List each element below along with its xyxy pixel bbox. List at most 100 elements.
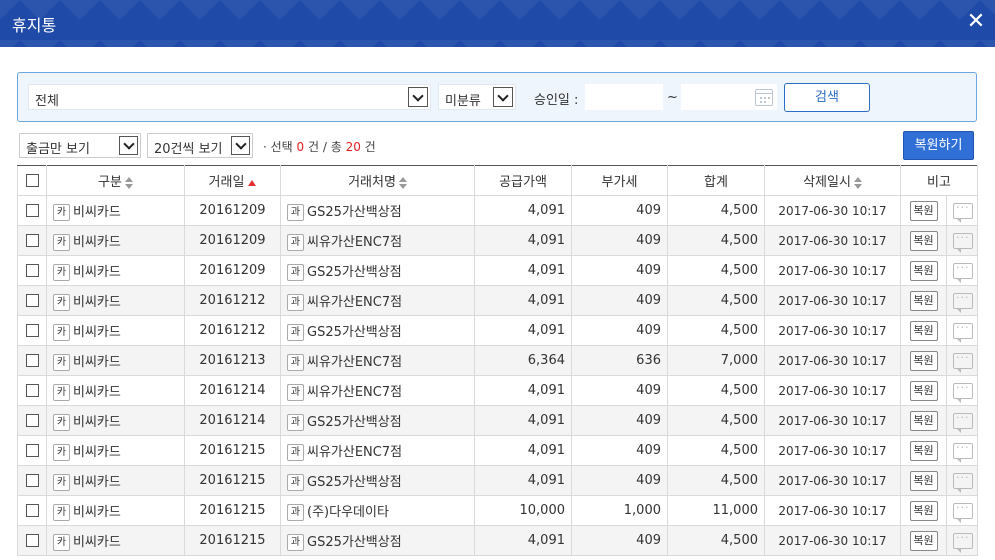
search-button[interactable]: 검색: [784, 83, 870, 112]
table-row[interactable]: 카 비씨카드 20161212 과 씨유가산ENC7점 4,091 409 4,500 2017…: [17, 285, 979, 316]
restore-cell: 복원: [900, 465, 947, 496]
restore-button[interactable]: 복원: [909, 290, 938, 311]
date-from-input[interactable]: [585, 84, 663, 110]
memo-icon[interactable]: [953, 441, 973, 463]
table-row[interactable]: 카 비씨카드 20161212 과 GS25가산백상점 4,091 409 4,500 2017…: [17, 315, 979, 346]
col-deleted[interactable]: 삭제일시: [764, 165, 901, 196]
chevron-down-icon[interactable]: [408, 87, 428, 107]
restore-button[interactable]: 복원: [909, 320, 938, 341]
restore-button[interactable]: 복원: [909, 230, 938, 251]
row-select-cell: [17, 225, 47, 256]
memo-cell: [945, 315, 979, 346]
vat-cell: 409: [571, 315, 668, 346]
table-row[interactable]: 카 비씨카드 20161215 과 GS25가산백상점 4,091 409 4,500 2017…: [17, 525, 979, 556]
row-checkbox[interactable]: [25, 384, 39, 397]
restore-button[interactable]: 복원: [909, 200, 938, 221]
memo-icon[interactable]: [953, 351, 973, 373]
card-badge: 카: [53, 353, 70, 371]
sort-icon[interactable]: [124, 176, 133, 189]
restore-button[interactable]: 복원: [909, 260, 938, 281]
row-checkbox[interactable]: [25, 354, 39, 367]
merchant-badge: 과: [287, 233, 304, 251]
deleted-at-cell: 2017-06-30 10:17: [764, 255, 901, 286]
supply-cell: 4,091: [474, 465, 572, 496]
restore-button[interactable]: 복원: [909, 380, 938, 401]
restore-button[interactable]: 복원: [909, 410, 938, 431]
memo-icon[interactable]: [953, 261, 973, 283]
table-row[interactable]: 카 비씨카드 20161213 과 씨유가산ENC7점 6,364 636 7,000 2017…: [17, 345, 979, 376]
restore-button[interactable]: 복원: [909, 530, 938, 551]
restore-cell: 복원: [900, 285, 947, 316]
date-cell: 20161215: [184, 435, 281, 466]
table-row[interactable]: 카 비씨카드 20161209 과 GS25가산백상점 4,091 409 4,500 2017…: [17, 195, 979, 226]
sort-icon[interactable]: [853, 176, 862, 189]
total-cell: 4,500: [667, 405, 765, 436]
page-size-select[interactable]: 20건씩 보기: [147, 133, 253, 158]
select-all-checkbox[interactable]: [25, 174, 39, 187]
card-badge: 카: [53, 263, 70, 281]
restore-cell: 복원: [900, 315, 947, 346]
table-row[interactable]: 카 비씨카드 20161214 과 GS25가산백상점 4,091 409 4,500 2017…: [17, 405, 979, 436]
row-checkbox[interactable]: [25, 204, 39, 217]
restore-button[interactable]: 복원: [909, 440, 938, 461]
type-select[interactable]: 전체: [28, 84, 431, 110]
row-select-cell: [17, 315, 47, 346]
type-cell: 카 비씨카드: [46, 375, 185, 406]
row-checkbox[interactable]: [25, 504, 39, 517]
memo-icon[interactable]: [953, 411, 973, 433]
memo-icon[interactable]: [953, 531, 973, 553]
col-type[interactable]: 구분: [46, 165, 185, 196]
chevron-down-icon[interactable]: [231, 136, 250, 155]
sort-ascending-icon[interactable]: [248, 179, 257, 186]
memo-icon[interactable]: [953, 321, 973, 343]
memo-icon[interactable]: [953, 381, 973, 403]
chevron-down-icon[interactable]: [493, 87, 513, 107]
row-checkbox[interactable]: [25, 534, 39, 547]
row-select-cell: [17, 375, 47, 406]
table-row[interactable]: 카 비씨카드 20161215 과 GS25가산백상점 4,091 409 4,500 2017…: [17, 465, 979, 496]
row-checkbox[interactable]: [25, 294, 39, 307]
table-row[interactable]: 카 비씨카드 20161209 과 씨유가산ENC7점 4,091 409 4,500 2017…: [17, 225, 979, 256]
restore-button[interactable]: 복원: [909, 350, 938, 371]
chevron-down-icon[interactable]: [119, 136, 138, 155]
restore-all-button[interactable]: 복원하기: [903, 131, 974, 160]
vat-cell: 409: [571, 465, 668, 496]
memo-cell: [945, 375, 979, 406]
col-vendor[interactable]: 거래처명: [280, 165, 475, 196]
table-row[interactable]: 카 비씨카드 20161215 과 씨유가산ENC7점 4,091 409 4,500 2017…: [17, 435, 979, 466]
memo-cell: [945, 405, 979, 436]
table-row[interactable]: 카 비씨카드 20161215 과 (주)다우데이타 10,000 1,000 11,000 2…: [17, 495, 979, 526]
row-checkbox[interactable]: [25, 414, 39, 427]
supply-cell: 4,091: [474, 405, 572, 436]
row-checkbox[interactable]: [25, 444, 39, 457]
memo-icon[interactable]: [953, 471, 973, 493]
close-icon[interactable]: ✕: [965, 9, 987, 35]
memo-icon[interactable]: [953, 291, 973, 313]
type-cell: 카 비씨카드: [46, 435, 185, 466]
restore-button[interactable]: 복원: [909, 500, 938, 521]
memo-icon[interactable]: [953, 201, 973, 223]
row-checkbox[interactable]: [25, 264, 39, 277]
vendor-cell: 과 GS25가산백상점: [280, 255, 475, 286]
calendar-icon[interactable]: [755, 89, 773, 106]
deleted-at-cell: 2017-06-30 10:17: [764, 375, 901, 406]
total-cell: 4,500: [667, 525, 765, 556]
memo-cell: [945, 195, 979, 226]
category-select[interactable]: 미분류: [438, 84, 516, 110]
restore-button[interactable]: 복원: [909, 470, 938, 491]
row-checkbox[interactable]: [25, 474, 39, 487]
table-row[interactable]: 카 비씨카드 20161209 과 GS25가산백상점 4,091 409 4,500 2017…: [17, 255, 979, 286]
filter-select[interactable]: 출금만 보기: [19, 133, 141, 158]
memo-icon[interactable]: [953, 231, 973, 253]
deleted-at-cell: 2017-06-30 10:17: [764, 285, 901, 316]
merchant-badge: 과: [287, 293, 304, 311]
row-checkbox[interactable]: [25, 234, 39, 247]
col-date[interactable]: 거래일: [184, 165, 281, 196]
memo-cell: [945, 225, 979, 256]
sort-icon[interactable]: [398, 176, 407, 189]
table-row[interactable]: 카 비씨카드 20161214 과 씨유가산ENC7점 4,091 409 4,500 2017…: [17, 375, 979, 406]
supply-cell: 4,091: [474, 195, 572, 226]
memo-icon[interactable]: [953, 501, 973, 523]
row-checkbox[interactable]: [25, 324, 39, 337]
total-cell: 4,500: [667, 315, 765, 346]
